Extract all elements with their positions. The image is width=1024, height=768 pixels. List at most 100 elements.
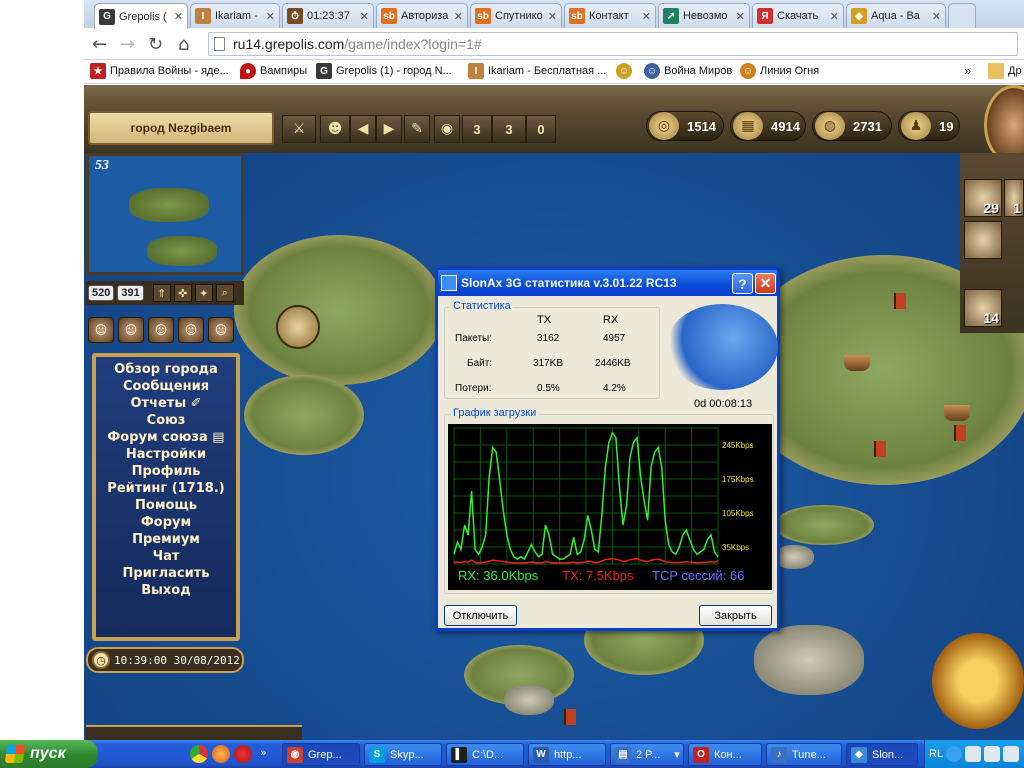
menu-forum[interactable]: Форум <box>96 514 236 531</box>
crosshair-icon[interactable]: ✜ <box>173 284 192 302</box>
advisor-icon[interactable]: ☺ <box>118 317 144 343</box>
city-flag-icon[interactable] <box>874 441 886 457</box>
menu-city-overview[interactable]: Обзор города <box>96 361 236 378</box>
close-tab-icon[interactable]: ✕ <box>932 10 941 23</box>
count-c[interactable]: 0 <box>526 115 556 143</box>
village-icon[interactable] <box>944 405 970 421</box>
count-a[interactable]: 3 <box>462 115 492 143</box>
village-icon[interactable] <box>844 355 870 371</box>
bookmark-item[interactable]: ☺ Линия Огня <box>740 63 819 79</box>
city-flag-icon[interactable] <box>954 425 966 441</box>
task-skype[interactable]: S Skyp... <box>364 743 442 766</box>
close-tab-icon[interactable]: ✕ <box>174 10 183 23</box>
forward-arrow-icon[interactable]: → <box>120 34 135 55</box>
chat-strip[interactable] <box>86 725 302 740</box>
hoplite-unit-icon[interactable]: 29 <box>964 179 1002 217</box>
task-word[interactable]: Whttp... <box>528 743 606 766</box>
close-tab-icon[interactable]: ✕ <box>642 10 651 23</box>
menu-chat[interactable]: Чат <box>96 548 236 565</box>
city-flag-icon[interactable] <box>894 293 906 309</box>
menu-ranking[interactable]: Рейтинг (1718.) <box>96 480 236 497</box>
city-flag-icon[interactable] <box>564 709 576 725</box>
advisor-icon[interactable]: ☺ <box>178 317 204 343</box>
favorites-icon[interactable]: ✦ <box>194 284 213 302</box>
coord-y[interactable]: 391 <box>117 285 144 301</box>
wood-resource[interactable]: ◎ 1514 <box>646 111 724 141</box>
count-b[interactable]: 3 <box>492 115 526 143</box>
tab-impossible[interactable]: ↗ Невозмо ✕ <box>658 3 750 28</box>
bookmark-item[interactable]: ☺ Война Миров <box>644 63 732 79</box>
help-button[interactable]: ? <box>732 273 753 294</box>
task-group[interactable]: ▤ 2 P... ▾ <box>610 743 684 766</box>
catapult-unit-icon[interactable] <box>964 221 1002 259</box>
menu-messages[interactable]: Сообщения <box>96 378 236 395</box>
jump-to-icon[interactable]: ⇑ <box>152 284 171 302</box>
menu-premium[interactable]: Премиум <box>96 531 236 548</box>
close-tab-icon[interactable]: ✕ <box>360 10 369 23</box>
tab-sputnik[interactable]: sb Спутнико ✕ <box>470 3 562 28</box>
new-tab-button[interactable] <box>948 3 976 28</box>
bookmark-item[interactable]: ● Вампиры <box>240 63 307 79</box>
tab-contacts[interactable]: sb Контакт ✕ <box>564 3 656 28</box>
opera-quicklaunch-icon[interactable] <box>234 745 252 763</box>
tab-download[interactable]: Я Скачать ✕ <box>752 3 844 28</box>
tab-auth[interactable]: sb Авториза ✕ <box>376 3 468 28</box>
url-field[interactable]: ru14.grepolis.com/game/index?login=1# <box>208 32 1018 56</box>
minimap[interactable]: 53 <box>86 153 244 275</box>
search-icon[interactable]: ⌕ <box>215 284 234 302</box>
population-resource[interactable]: ♟ 19 <box>898 111 960 141</box>
advisor-icon[interactable]: ☺ <box>208 317 234 343</box>
advisor-icon[interactable]: ☺ <box>88 317 114 343</box>
menu-alliance-forum[interactable]: Форум союза ▤ <box>96 429 236 446</box>
menu-alliance[interactable]: Союз <box>96 412 236 429</box>
tab-grepolis[interactable]: G Grepolis (✕ <box>94 3 188 29</box>
scroll-icon[interactable]: ✎ <box>404 115 430 143</box>
city-name-banner[interactable]: город Nezgibaem <box>88 111 274 145</box>
tab-timer[interactable]: ⏱ 01:23:37 ✕ <box>282 3 374 28</box>
menu-profile[interactable]: Профиль <box>96 463 236 480</box>
network-icon[interactable] <box>965 746 982 762</box>
task-opera[interactable]: O Кон... <box>688 743 762 766</box>
eye-icon[interactable]: ◉ <box>434 115 460 143</box>
tray-app-icon[interactable] <box>1003 746 1020 762</box>
bookmark-item[interactable]: I Ikariam - Бесплатная ... <box>468 63 606 79</box>
firefox-quicklaunch-icon[interactable] <box>212 745 230 763</box>
menu-help[interactable]: Помощь <box>96 497 236 514</box>
reload-icon[interactable]: ↻ <box>148 34 163 55</box>
menu-logout[interactable]: Выход <box>96 582 236 599</box>
prev-city-arrow-icon[interactable]: ◀ <box>350 115 376 143</box>
close-button[interactable]: Закрыть <box>699 605 772 626</box>
tab-ikariam[interactable]: I Ikariam - ✕ <box>190 3 280 28</box>
bookmark-item[interactable]: G Grepolis (1) - город N... <box>316 63 452 79</box>
next-city-arrow-icon[interactable]: ▶ <box>376 115 402 143</box>
menu-invite[interactable]: Пригласить <box>96 565 236 582</box>
language-indicator[interactable]: RL <box>929 748 943 760</box>
tab-aqua[interactable]: ◆ Aqua - Ва ✕ <box>846 3 946 28</box>
bookmark-item[interactable]: ☺ <box>616 63 636 79</box>
chrome-quicklaunch-icon[interactable] <box>190 745 208 763</box>
silver-resource[interactable]: ◍ 2731 <box>812 111 892 141</box>
bookmarks-more-button[interactable]: » <box>964 63 971 78</box>
close-tab-icon[interactable]: ✕ <box>548 10 557 23</box>
transport-ship-icon[interactable]: 14 <box>964 289 1002 327</box>
quicklaunch-more-icon[interactable]: » <box>260 746 267 759</box>
volume-icon[interactable] <box>984 746 1001 762</box>
window-title-bar[interactable]: SlonAx 3G статистика v.3.01.22 RC13 ? ✕ <box>438 270 777 296</box>
other-bookmarks[interactable]: Др <box>988 63 1022 79</box>
back-arrow-icon[interactable]: ← <box>92 34 107 55</box>
disconnect-button[interactable]: Отключить <box>444 605 517 626</box>
task-slonax[interactable]: ◆ Slon... <box>846 743 918 766</box>
start-button[interactable]: пуск <box>0 740 98 768</box>
close-window-button[interactable]: ✕ <box>755 273 776 294</box>
hero-icon[interactable]: ☻ <box>320 115 350 143</box>
crossed-swords-icon[interactable]: ⚔ <box>282 115 316 143</box>
city-wood-resource-icon[interactable] <box>276 305 320 349</box>
task-explorer[interactable]: ▌ C:\D... <box>446 743 524 766</box>
unit-icon[interactable]: 1 <box>1004 179 1024 217</box>
close-tab-icon[interactable]: ✕ <box>454 10 463 23</box>
task-tune[interactable]: ♪ Tune... <box>766 743 842 766</box>
close-tab-icon[interactable]: ✕ <box>266 10 275 23</box>
coord-x[interactable]: 520 <box>88 285 115 301</box>
advisor-icon[interactable]: ☺ <box>148 317 174 343</box>
home-icon[interactable]: ⌂ <box>178 34 189 55</box>
